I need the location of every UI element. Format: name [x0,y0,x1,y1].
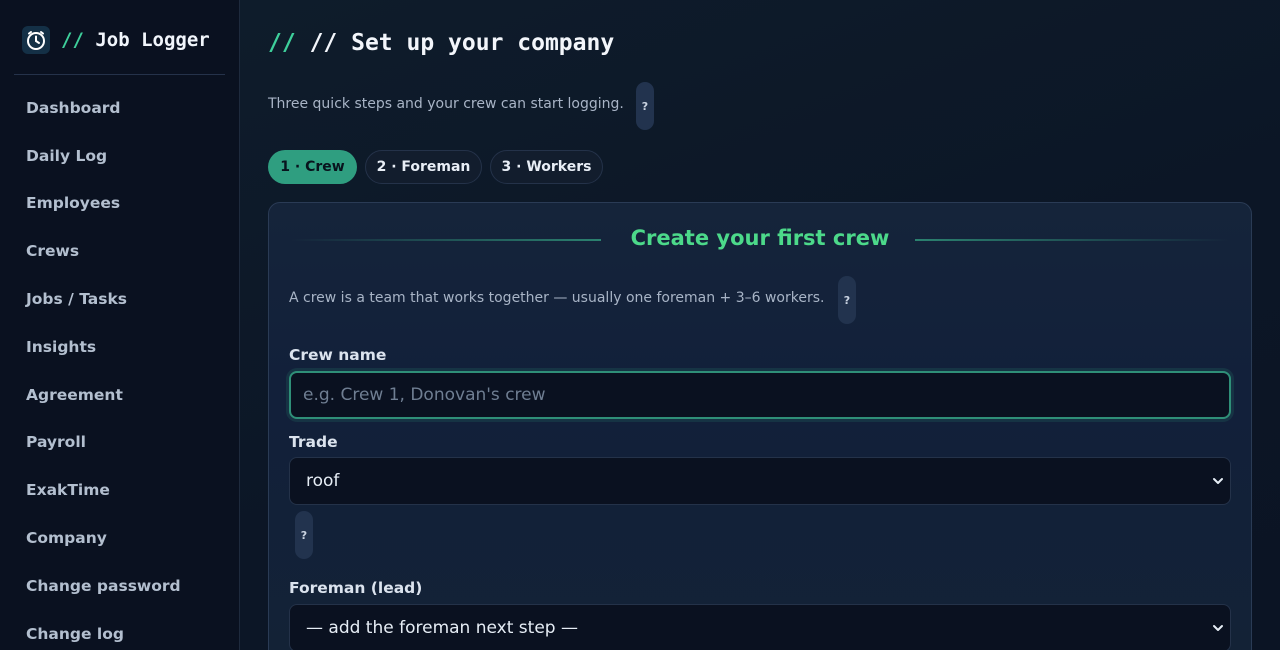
crew-name-label: Crew name [289,346,387,364]
crew-name-input[interactable] [289,371,1231,419]
sidebar-item-agreement[interactable]: Agreement [14,378,225,412]
trade-help-button[interactable]: ? [295,511,313,559]
chevron-down-icon [1213,478,1223,484]
chevron-down-icon [1213,625,1223,631]
sidebar-item-payroll[interactable]: Payroll [14,425,225,459]
page-title: // // Set up your company [268,30,614,56]
brand-slashes: // [61,29,84,51]
create-crew-card: Create your first crew A crew is a team … [268,202,1252,650]
crew-help-button[interactable]: ? [838,276,856,324]
sidebar-item-dashboard[interactable]: Dashboard [14,91,225,125]
card-title: Create your first crew [630,226,890,250]
brand[interactable]: // Job Logger [22,26,210,54]
foreman-label: Foreman (lead) [289,579,423,597]
card-description: A crew is a team that works together — u… [289,290,825,306]
foreman-select[interactable]: — add the foreman next step — [289,604,1231,650]
tab-step-workers[interactable]: 3 · Workers [490,150,603,184]
sidebar-item-daily-log[interactable]: Daily Log [14,139,225,173]
sidebar-item-crews[interactable]: Crews [14,234,225,268]
tab-step-crew[interactable]: 1 · Crew [268,150,357,184]
sidebar-item-insights[interactable]: Insights [14,330,225,364]
sidebar-divider [14,74,225,75]
brand-title: Job Logger [95,29,210,51]
sidebar-item-change-password[interactable]: Change password [14,569,225,603]
trade-label: Trade [289,433,338,451]
stopwatch-icon [22,26,50,54]
sidebar-item-jobs-tasks[interactable]: Jobs / Tasks [14,282,225,316]
main-content: // // Set up your company Three quick st… [240,0,1280,650]
foreman-select-value: — add the foreman next step — [306,618,578,638]
page-subtitle: Three quick steps and your crew can star… [268,96,624,112]
brand-name: // Job Logger [61,29,210,51]
help-button[interactable]: ? [636,82,654,130]
trade-select[interactable]: roof [289,457,1231,505]
sidebar: // Job Logger Dashboard Daily Log Employ… [0,0,240,650]
page-title-text: // Set up your company [309,30,615,56]
sidebar-item-company[interactable]: Company [14,521,225,555]
trade-select-value: roof [306,471,340,491]
sidebar-item-employees[interactable]: Employees [14,186,225,220]
title-slashes: // [268,30,296,56]
tab-step-foreman[interactable]: 2 · Foreman [365,150,482,184]
sidebar-item-exaktime[interactable]: ExakTime [14,473,225,507]
sidebar-item-change-log[interactable]: Change log [14,617,225,650]
